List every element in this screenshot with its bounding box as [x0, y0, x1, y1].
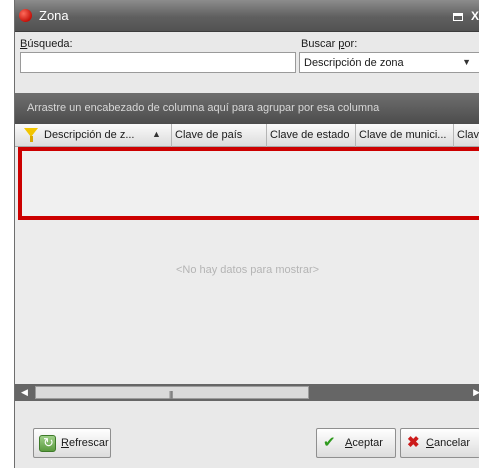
accept-label: Aceptar [345, 437, 383, 449]
cancel-button[interactable]: ✖ Cancelar [400, 428, 479, 458]
search-label: Búsqueda: [20, 38, 73, 50]
search-by-value: Descripción de zona [304, 57, 404, 69]
refresh-label: Refrescar [61, 437, 109, 449]
maximize-icon[interactable] [453, 13, 463, 21]
scroll-right-icon[interactable]: ▶ [473, 387, 479, 398]
scrollbar-thumb[interactable]: ||| [35, 386, 309, 399]
sort-ascending-icon: ▲ [152, 129, 161, 139]
app-icon [19, 9, 32, 22]
highlight-box [18, 147, 479, 220]
window-title: Zona [39, 8, 69, 23]
search-by-select[interactable]: Descripción de zona ▼ [299, 52, 479, 73]
refresh-button[interactable]: Refrescar [33, 428, 111, 458]
column-header-clave-municipio[interactable]: Clave de munici... [356, 124, 454, 147]
refresh-icon [39, 435, 56, 452]
close-icon[interactable]: X [471, 9, 479, 23]
column-header-clave-pais[interactable]: Clave de país [172, 124, 267, 147]
chevron-down-icon[interactable]: ▼ [462, 57, 471, 67]
grid-header: Descripción de z... ▲ Clave de país Clav… [15, 124, 479, 147]
scroll-left-icon[interactable]: ◀ [21, 387, 28, 398]
horizontal-scrollbar[interactable]: ◀ ||| ▶ [15, 384, 479, 401]
search-input[interactable] [20, 52, 296, 73]
column-header-clave-extra[interactable]: Clav [454, 124, 479, 147]
accept-button[interactable]: ✔ Aceptar [316, 428, 396, 458]
group-by-hint: Arrastre un encabezado de columna aquí p… [27, 102, 380, 114]
search-by-label: Buscar por: [301, 38, 358, 50]
zona-window: Zona X Búsqueda: Buscar por: Descripción… [14, 0, 479, 468]
cancel-label: Cancelar [426, 437, 471, 449]
column-header-clave-estado[interactable]: Clave de estado [267, 124, 356, 147]
group-by-panel[interactable]: Arrastre un encabezado de columna aquí p… [15, 93, 479, 124]
title-bar[interactable]: Zona X [15, 0, 479, 32]
grip-icon: ||| [169, 390, 173, 399]
x-icon: ✖ [407, 434, 420, 451]
check-icon: ✔ [323, 434, 336, 451]
empty-message: <No hay datos para mostrar> [175, 264, 320, 276]
